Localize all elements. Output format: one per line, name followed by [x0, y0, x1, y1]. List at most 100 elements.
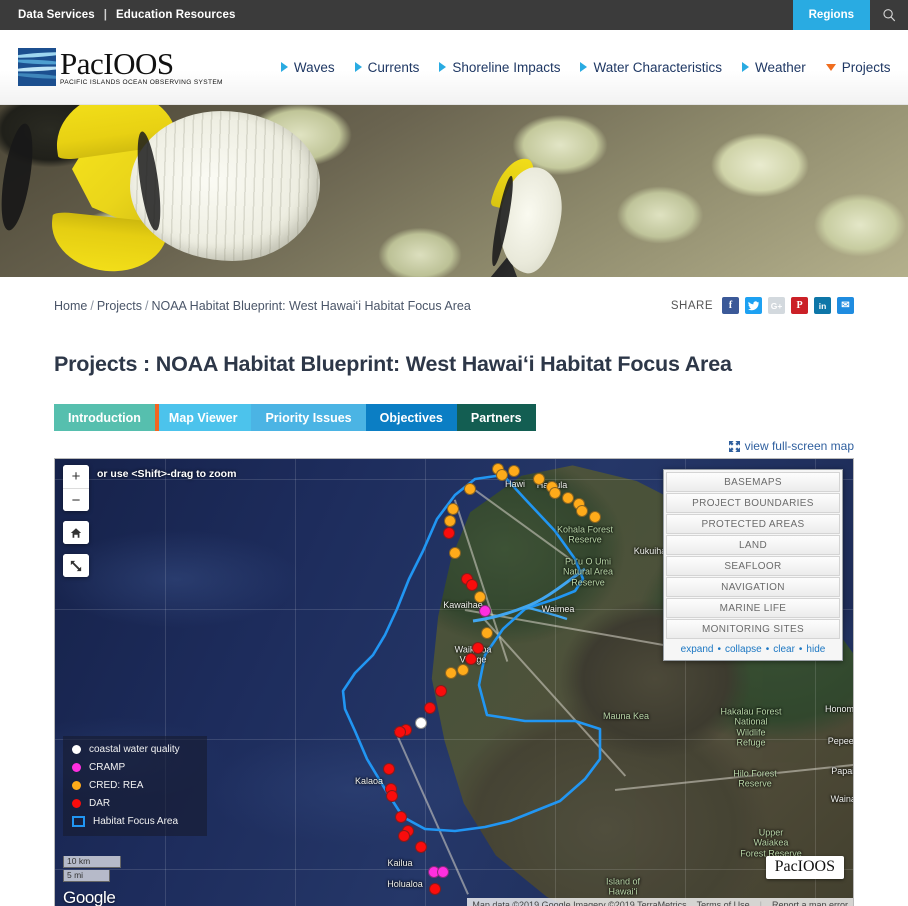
fullscreen-row: view full-screen map	[54, 431, 854, 458]
google-plus-icon[interactable]: G+	[768, 297, 785, 314]
map-viewer[interactable]: Hawi Halaula Kohala Forest Reserve Kukui…	[54, 458, 854, 906]
map-marker-dar[interactable]	[398, 830, 410, 842]
map-marker-coastal[interactable]	[415, 717, 427, 729]
search-icon	[882, 8, 895, 21]
layers-collapse-link[interactable]: collapse	[725, 644, 762, 655]
fullscreen-button[interactable]	[63, 554, 89, 577]
map-marker-cred[interactable]	[449, 547, 461, 559]
map-marker-cred[interactable]	[464, 483, 476, 495]
map-marker-dar[interactable]	[424, 702, 436, 714]
map-marker-dar[interactable]	[465, 653, 477, 665]
map-marker-cred[interactable]	[496, 469, 508, 481]
map-marker-cramp[interactable]	[437, 866, 449, 878]
nav-item-currents[interactable]: Currents	[354, 60, 419, 75]
map-fullscreen-control	[63, 554, 89, 577]
map-marker-cred[interactable]	[589, 511, 601, 523]
regions-button[interactable]: Regions	[792, 0, 870, 30]
breadcrumb-share-row: Home / Projects / NOAA Habitat Blueprint: We…	[54, 277, 854, 314]
map-marker-cred[interactable]	[444, 515, 456, 527]
layer-land[interactable]: LAND	[666, 535, 840, 555]
view-fullscreen-map-label: view full-screen map	[744, 439, 854, 453]
layer-monitoring-sites[interactable]: MONITORING SITES	[666, 619, 840, 639]
email-icon[interactable]: ✉	[837, 297, 854, 314]
map-marker-cred[interactable]	[447, 503, 459, 515]
nav-item-shoreline-impacts[interactable]: Shoreline Impacts	[439, 60, 560, 75]
map-marker-dar[interactable]	[383, 763, 395, 775]
site-logo[interactable]: PacIOOS PACIFIC ISLANDS OCEAN OBSERVING …	[0, 48, 223, 87]
map-shift-drag-hint: or use <Shift>-drag to zoom	[97, 468, 237, 480]
map-marker-dar[interactable]	[394, 726, 406, 738]
nav-label-water-characteristics: Water Characteristics	[593, 59, 722, 75]
legend-item-cramp: CRAMP	[72, 762, 199, 773]
legend-item-cred-rea: CRED: REA	[72, 780, 199, 791]
zoom-out-button[interactable]: −	[63, 488, 89, 511]
map-marker-cred[interactable]	[533, 473, 545, 485]
map-marker-dar[interactable]	[415, 841, 427, 853]
layer-seafloor[interactable]: SEAFLOOR	[666, 556, 840, 576]
scale-metric: 10 km	[63, 856, 121, 868]
home-button[interactable]	[63, 521, 89, 544]
layer-navigation[interactable]: NAVIGATION	[666, 577, 840, 597]
map-marker-dar[interactable]	[472, 642, 484, 654]
nav-item-projects[interactable]: Projects	[825, 60, 891, 75]
linkedin-icon[interactable]: in	[814, 297, 831, 314]
utility-link-data-services[interactable]: Data Services	[18, 9, 95, 21]
map-marker-dar[interactable]	[435, 685, 447, 697]
tab-introduction[interactable]: Introduction	[54, 404, 155, 431]
layers-clear-link[interactable]: clear	[773, 644, 795, 655]
diagonal-arrows-icon	[70, 560, 82, 571]
map-marker-cramp[interactable]	[479, 605, 491, 617]
map-marker-cred[interactable]	[474, 591, 486, 603]
map-marker-cred[interactable]	[481, 627, 493, 639]
breadcrumb-home[interactable]: Home	[54, 299, 87, 313]
legend-item-dar: DAR	[72, 798, 199, 809]
nav-label-shoreline-impacts: Shoreline Impacts	[452, 59, 561, 75]
tab-objectives[interactable]: Objectives	[365, 404, 457, 431]
triangle-right-icon	[439, 62, 447, 72]
map-controls: + −	[63, 465, 89, 577]
map-marker-cred[interactable]	[445, 667, 457, 679]
report-map-error-link[interactable]: Report a map error	[772, 900, 848, 906]
legend-dot-red-icon	[72, 799, 81, 808]
hero-banner-coral-reef	[0, 105, 908, 277]
layers-hide-link[interactable]: hide	[806, 644, 825, 655]
legend-item-coastal-water-quality: coastal water quality	[72, 744, 199, 755]
map-marker-cred[interactable]	[549, 487, 561, 499]
tab-partners[interactable]: Partners	[456, 404, 536, 431]
map-marker-dar[interactable]	[386, 790, 398, 802]
breadcrumb-current: NOAA Habitat Blueprint: West Hawai‘i Hab…	[151, 298, 471, 313]
utility-links: Data Services | Education Resources	[0, 9, 235, 21]
map-marker-cred[interactable]	[508, 465, 520, 477]
terms-of-use-link[interactable]: Terms of Use	[697, 900, 750, 906]
breadcrumb-projects[interactable]: Projects	[97, 299, 142, 313]
layer-protected-areas[interactable]: PROTECTED AREAS	[666, 514, 840, 534]
utility-link-education-resources[interactable]: Education Resources	[116, 9, 236, 21]
nav-item-weather[interactable]: Weather	[742, 60, 806, 75]
zoom-in-button[interactable]: +	[63, 465, 89, 488]
facebook-icon[interactable]: f	[722, 297, 739, 314]
twitter-icon[interactable]	[745, 297, 762, 314]
map-marker-cred[interactable]	[457, 664, 469, 676]
layer-basemaps[interactable]: BASEMAPS	[666, 472, 840, 492]
tab-priority-issues[interactable]: Priority Issues	[251, 404, 366, 431]
view-fullscreen-map-link[interactable]: view full-screen map	[728, 439, 854, 453]
map-legend: coastal water quality CRAMP CRED: REA DA…	[63, 736, 207, 836]
triangle-right-icon	[580, 62, 588, 72]
map-marker-dar[interactable]	[395, 811, 407, 823]
nav-item-water-characteristics[interactable]: Water Characteristics	[580, 60, 722, 75]
map-marker-dar[interactable]	[443, 527, 455, 539]
layers-action-sep: •	[717, 644, 721, 655]
layer-marine-life[interactable]: MARINE LIFE	[666, 598, 840, 618]
nav-item-waves[interactable]: Waves	[280, 60, 335, 75]
map-marker-dar[interactable]	[429, 883, 441, 895]
utility-bar: Data Services | Education Resources Regi…	[0, 0, 908, 30]
map-marker-dar[interactable]	[466, 579, 478, 591]
layer-project-boundaries[interactable]: PROJECT BOUNDARIES	[666, 493, 840, 513]
legend-label: DAR	[89, 798, 111, 809]
pinterest-icon[interactable]: P	[791, 297, 808, 314]
map-marker-cred[interactable]	[576, 505, 588, 517]
legend-label: coastal water quality	[89, 744, 180, 755]
tab-map-viewer[interactable]: Map Viewer	[154, 404, 252, 431]
layers-expand-link[interactable]: expand	[681, 644, 714, 655]
search-button[interactable]	[870, 0, 908, 30]
